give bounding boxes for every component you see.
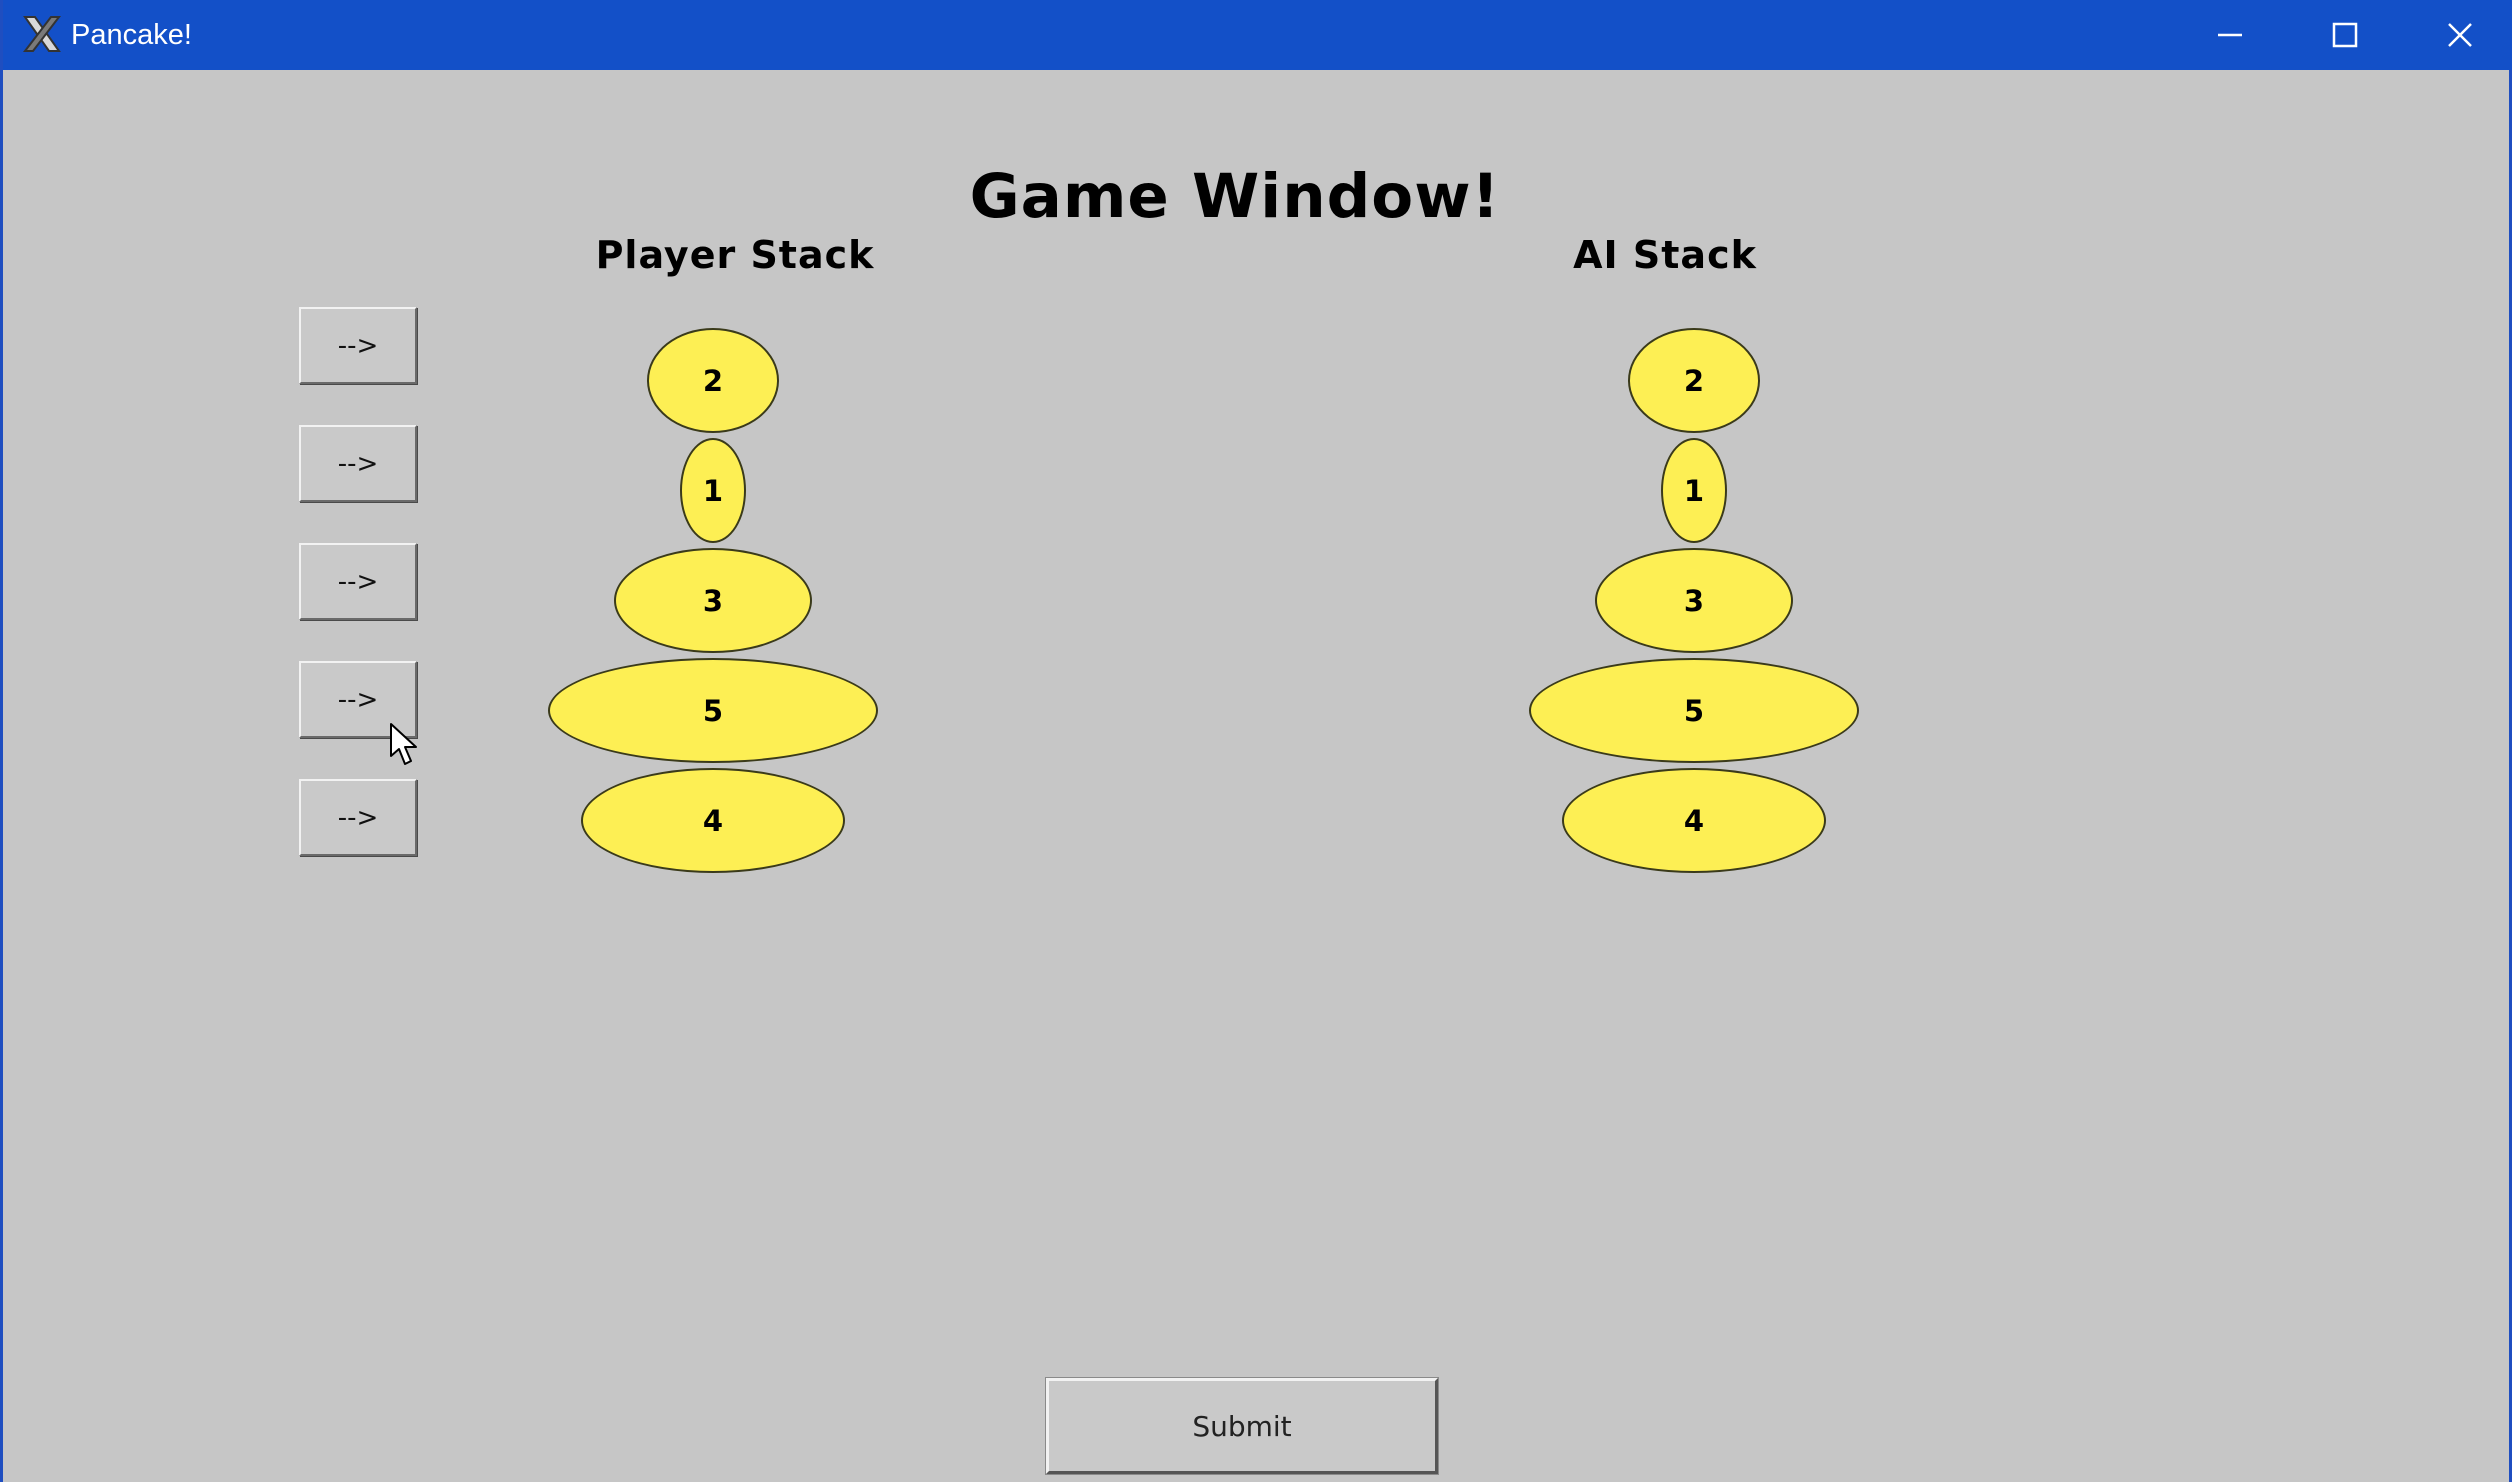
minimize-button[interactable]: [2193, 8, 2267, 62]
ai-pancake-4: 5: [1529, 658, 1859, 763]
player-pancake-2: 1: [680, 438, 746, 543]
player-stack-label: Player Stack: [595, 233, 875, 277]
game-title: Game Window!: [969, 161, 1501, 232]
player-pancake-5: 4: [581, 768, 845, 873]
player-stack: 21354: [513, 328, 913, 888]
flip-button-5[interactable]: -->: [299, 779, 417, 856]
close-button[interactable]: [2423, 8, 2497, 62]
ai-pancake-2: 1: [1661, 438, 1727, 543]
player-pancake-4: 5: [548, 658, 878, 763]
close-icon: [2445, 20, 2475, 50]
ai-pancake-5: 4: [1562, 768, 1826, 873]
flip-button-1[interactable]: -->: [299, 307, 417, 384]
minimize-icon: [2215, 20, 2245, 50]
ai-pancake-3: 3: [1595, 548, 1793, 653]
flip-button-2[interactable]: -->: [299, 425, 417, 502]
player-pancake-3: 3: [614, 548, 812, 653]
x11-app-icon: [21, 13, 63, 55]
ai-pancake-1: 2: [1628, 328, 1760, 433]
app-window: Pancake! Game Window! Player Stack AI St…: [0, 0, 2512, 1482]
title-bar[interactable]: Pancake!: [3, 0, 2512, 70]
submit-button[interactable]: Submit: [1045, 1377, 1439, 1475]
maximize-button[interactable]: [2308, 8, 2382, 62]
ai-stack: 21354: [1494, 328, 1894, 888]
ai-stack-label: AI Stack: [1573, 233, 1757, 277]
player-pancake-1: 2: [647, 328, 779, 433]
flip-button-3[interactable]: -->: [299, 543, 417, 620]
maximize-icon: [2330, 20, 2360, 50]
window-title: Pancake!: [71, 19, 192, 51]
flip-button-4[interactable]: -->: [299, 661, 417, 738]
